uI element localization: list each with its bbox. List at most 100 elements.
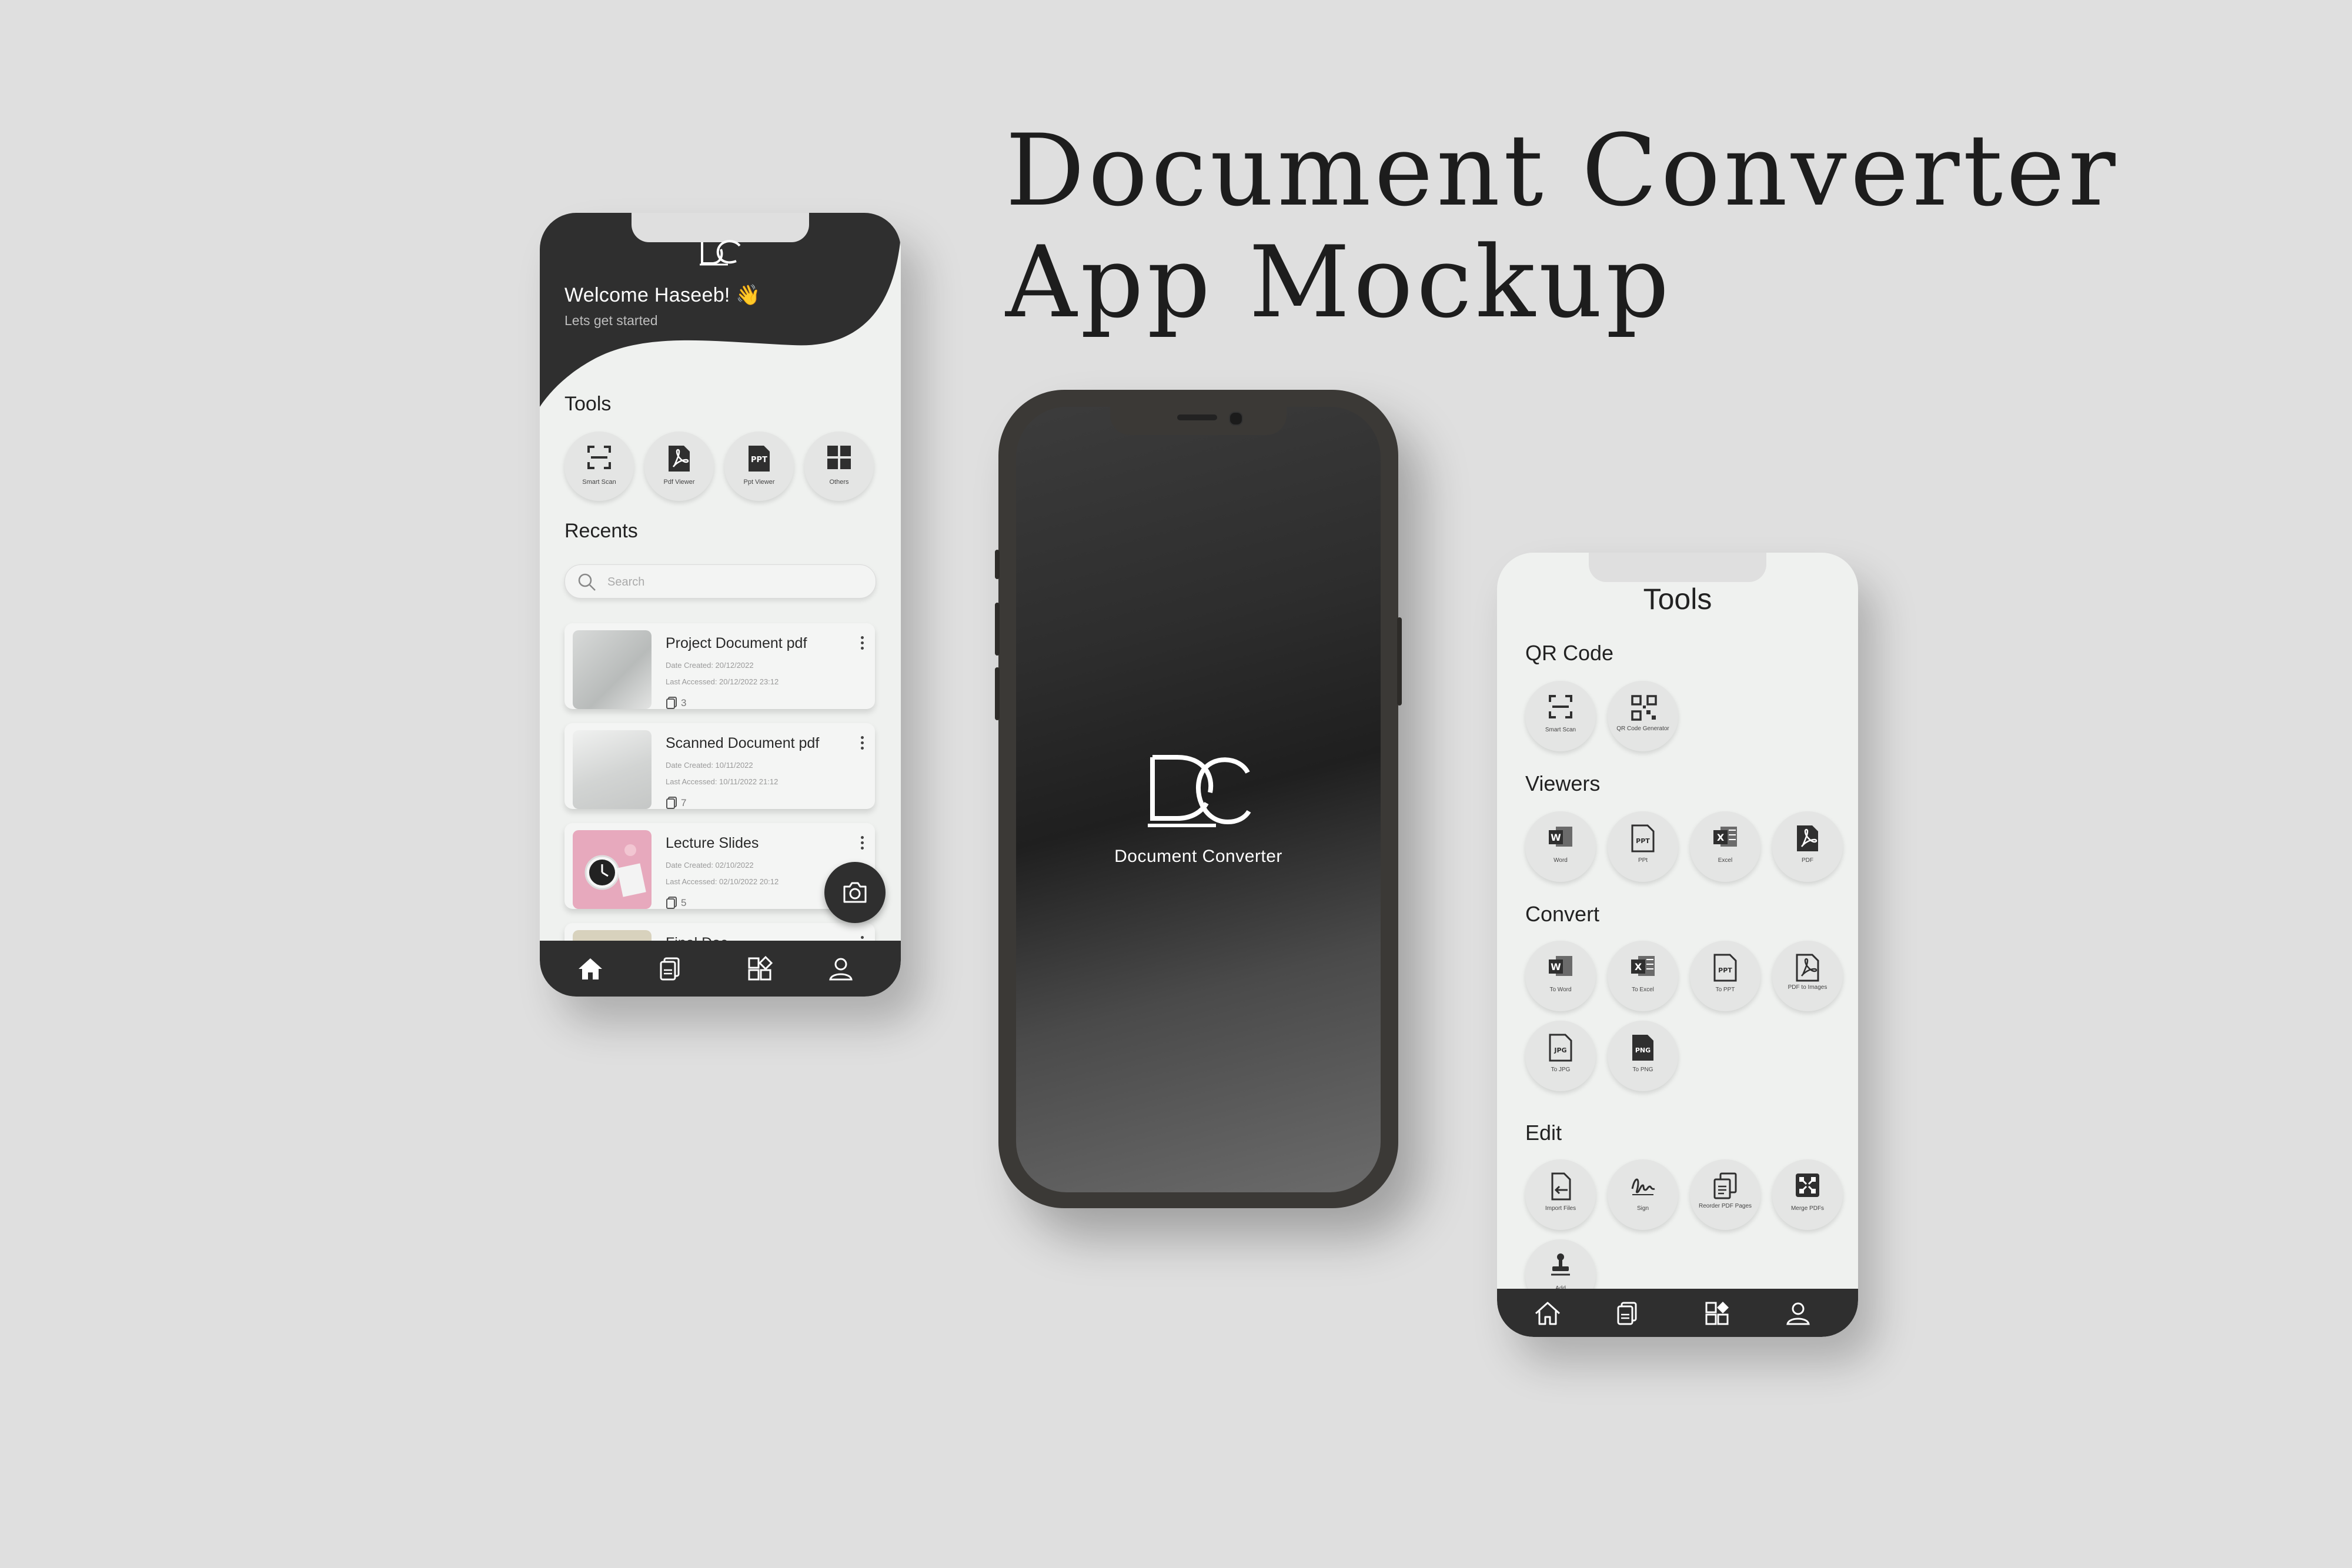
front-camera: [1229, 412, 1243, 426]
to-word-button[interactable]: W To Word: [1525, 941, 1596, 1011]
tools-icon[interactable]: [1703, 1299, 1731, 1328]
splash-logo-icon: [1148, 755, 1251, 827]
tool-label: Smart Scan: [1545, 727, 1576, 733]
home-icon[interactable]: [1534, 1299, 1562, 1328]
word-viewer-button[interactable]: W Word: [1525, 811, 1596, 882]
recent-item-created: Date Created: 20/12/2022: [666, 661, 754, 670]
documents-icon[interactable]: [1613, 1299, 1642, 1328]
recent-item[interactable]: Scanned Document pdf Date Created: 10/11…: [564, 723, 875, 809]
tool-label: Sign: [1636, 1205, 1649, 1212]
pdf-viewer-button[interactable]: PDF: [1772, 811, 1843, 882]
search-input[interactable]: Search: [564, 564, 876, 599]
pdf-icon: [669, 446, 690, 472]
to-jpg-button[interactable]: JPG To JPG: [1525, 1021, 1596, 1091]
excel-viewer-button[interactable]: X Excel: [1690, 811, 1760, 882]
recent-item[interactable]: Project Document pdf Date Created: 20/12…: [564, 623, 875, 709]
smart-scan-button[interactable]: Smart Scan: [564, 432, 634, 501]
power-button: [1397, 617, 1402, 706]
to-png-button[interactable]: PNG To PNG: [1608, 1021, 1678, 1091]
import-icon: [1551, 1172, 1571, 1201]
camera-button[interactable]: [824, 862, 886, 923]
recent-item-title: Project Document pdf: [666, 635, 807, 651]
to-excel-button[interactable]: X To Excel: [1608, 941, 1678, 1011]
search-placeholder: Search: [607, 576, 645, 589]
section-edit: Edit: [1525, 1121, 1562, 1145]
ppt-viewer-button[interactable]: PPT Ppt Viewer: [724, 432, 794, 501]
bottom-navigation: [1497, 1289, 1858, 1337]
tools-title: Tools: [1643, 583, 1712, 616]
tool-label: Ppt Viewer: [743, 479, 775, 486]
reorder-icon: [1713, 1172, 1737, 1199]
svg-text:W: W: [1551, 961, 1561, 972]
recent-item-created: Date Created: 10/11/2022: [666, 761, 753, 770]
pages-icon: [666, 797, 677, 809]
png-icon: PNG: [1632, 1035, 1653, 1061]
more-options-icon[interactable]: [861, 836, 864, 852]
more-options-icon[interactable]: [861, 736, 864, 752]
tool-label: Pdf Viewer: [663, 479, 695, 486]
tool-label: To Word: [1549, 987, 1572, 993]
scan-icon: [1549, 695, 1572, 718]
recents-heading: Recents: [564, 520, 638, 542]
svg-text:PPT: PPT: [751, 456, 767, 464]
signature-icon: [1631, 1178, 1655, 1195]
tool-label: Word: [1553, 857, 1568, 864]
recent-item-title: Lecture Slides: [666, 835, 759, 851]
tool-label: PDF: [1802, 857, 1813, 864]
reorder-pdf-pages-button[interactable]: Reorder PDF Pages: [1690, 1159, 1760, 1230]
merge-pdfs-button[interactable]: Merge PDFs: [1772, 1159, 1843, 1230]
to-ppt-button[interactable]: PPT To PPT: [1690, 941, 1760, 1011]
pdf-to-images-button[interactable]: PDF to Images: [1772, 941, 1843, 1011]
excel-icon: X: [1713, 827, 1737, 847]
tool-label: Excel: [1718, 857, 1733, 864]
tool-label: To Excel: [1632, 987, 1654, 993]
documents-icon[interactable]: [656, 955, 684, 983]
recent-item-created: Date Created: 02/10/2022: [666, 861, 754, 870]
pages-icon: [666, 897, 677, 909]
pdf-viewer-button[interactable]: Pdf Viewer: [644, 432, 714, 501]
recent-item-accessed: Last Accessed: 20/12/2022 23:12: [666, 677, 779, 686]
smart-scan-button[interactable]: Smart Scan: [1525, 681, 1596, 751]
qr-generator-button[interactable]: QR Code Generator: [1608, 681, 1678, 751]
svg-text:PPT: PPT: [1718, 967, 1732, 974]
search-icon: [578, 573, 596, 591]
camera-icon: [843, 882, 867, 903]
merge-icon: [1796, 1174, 1819, 1197]
section-viewers: Viewers: [1525, 771, 1601, 795]
scan-icon: [587, 446, 611, 469]
tools-icon[interactable]: [746, 955, 774, 983]
home-icon[interactable]: [576, 955, 604, 983]
recent-item-page-count: 5: [681, 897, 687, 908]
recent-item-page-count: 3: [681, 697, 687, 708]
side-button: [995, 550, 1000, 579]
ppt-viewer-button[interactable]: PPT PPt: [1608, 811, 1678, 882]
tool-label: To PNG: [1632, 1066, 1653, 1073]
more-options-icon[interactable]: [861, 636, 864, 652]
import-files-button[interactable]: Import Files: [1525, 1159, 1596, 1230]
others-button[interactable]: Others: [804, 432, 874, 501]
tool-label: Merge PDFs: [1790, 1205, 1825, 1212]
tool-label: PPt: [1638, 857, 1648, 864]
profile-icon[interactable]: [827, 955, 855, 983]
ppt-icon: PPT: [1631, 824, 1655, 852]
svg-text:X: X: [1635, 961, 1642, 972]
tool-label: Reorder PDF Pages: [1698, 1203, 1752, 1209]
phone-notch: [1110, 407, 1287, 435]
tool-label: To PPT: [1715, 987, 1735, 993]
title-line-1: Document Converter: [1005, 113, 2119, 228]
svg-text:W: W: [1551, 832, 1561, 843]
welcome-text: Welcome Haseeb! 👋: [564, 284, 761, 306]
recent-item-page-count: 7: [681, 797, 687, 808]
tool-label: Import Files: [1545, 1205, 1576, 1212]
pdf-icon: [1797, 825, 1818, 851]
page-title: Document Converter App Mockup: [1005, 115, 2119, 338]
sign-button[interactable]: Sign: [1608, 1159, 1678, 1230]
ppt-icon: PPT: [1713, 954, 1737, 982]
word-icon: W: [1549, 956, 1572, 976]
welcome-subtitle: Lets get started: [564, 313, 658, 328]
pages-icon: [666, 697, 677, 709]
profile-icon[interactable]: [1784, 1299, 1812, 1328]
tool-label: PDF to Images: [1788, 984, 1828, 991]
qr-icon: [1631, 695, 1657, 721]
clock-photo-icon: [584, 844, 646, 897]
